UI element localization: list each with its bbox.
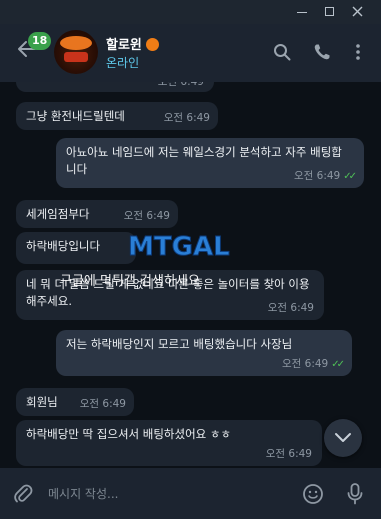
message-bubble[interactable]: 하락배당입니다	[16, 232, 136, 264]
unread-badge: 18	[28, 32, 52, 50]
message-bubble[interactable]: 오전 6:49	[16, 82, 214, 92]
avatar[interactable]	[54, 30, 98, 74]
scroll-down-button[interactable]	[324, 419, 362, 457]
online-status: 온라인	[106, 56, 140, 70]
message-composer	[0, 468, 381, 519]
message-time: 오전 6:49 ✓✓	[293, 168, 357, 185]
message-bubble[interactable]: 세게임점부다 오전 6:49	[16, 200, 178, 228]
message-bubble[interactable]: 그냥 환전내드릴텐데 오전 6:49	[16, 102, 218, 130]
message-time: 오전 6:49	[267, 302, 314, 314]
message-input[interactable]	[46, 478, 290, 510]
message-time: 오전 6:49 ✓✓	[281, 356, 345, 373]
message-time: 오전 6:49	[157, 82, 204, 88]
message-bubble[interactable]: 회원님 오전 6:49	[16, 388, 134, 416]
message-text: 하락배당만 딱 집으셔서 배팅하셨어요 ㅎㅎ	[26, 427, 232, 441]
phone-icon[interactable]	[312, 42, 332, 62]
close-icon[interactable]	[346, 3, 370, 21]
watermark-logo: MTGAL	[128, 232, 231, 263]
message-text: 세게임점부다	[26, 207, 90, 221]
search-icon[interactable]	[272, 42, 292, 62]
message-text: 그냥 환전내드릴텐데	[26, 109, 125, 123]
chat-title: 할로윈	[106, 34, 159, 53]
message-text: 회원님	[26, 395, 58, 409]
watermark-logo-text: MTGAL	[128, 232, 230, 262]
chat-header: 18 할로윈 온라인	[0, 24, 381, 82]
message-bubble[interactable]: 하락배당만 딱 집으셔서 배팅하셨어요 ㅎㅎ 오전 6:49	[16, 420, 322, 466]
message-time: 오전 6:49	[79, 398, 126, 410]
paperclip-icon[interactable]	[12, 483, 34, 505]
message-time-text: 오전 6:49	[281, 358, 329, 370]
message-time: 오전 6:49	[163, 112, 210, 124]
message-list[interactable]: 오전 6:49 그냥 환전내드릴텐데 오전 6:49 아뇨아뇨 네임드에 저는 …	[0, 82, 381, 468]
chevron-down-icon	[335, 433, 351, 442]
watermark-text: 구글에 먹튀갤 검색하세요	[60, 274, 200, 289]
microphone-icon[interactable]	[345, 482, 365, 506]
message-text: 하락배당입니다	[26, 239, 101, 253]
chat-title-text: 할로윈	[106, 38, 142, 53]
message-time: 오전 6:49	[123, 210, 170, 222]
read-checks-icon: ✓✓	[331, 359, 345, 370]
message-text: 저는 하락배당인지 모르고 배팅했습니다 사장님	[66, 337, 293, 351]
message-bubble[interactable]: 저는 하락배당인지 모르고 배팅했습니다 사장님 오전 6:49 ✓✓	[56, 330, 352, 376]
message-time-text: 오전 6:49	[293, 170, 341, 182]
read-checks-icon: ✓✓	[343, 171, 357, 182]
emoji-icon[interactable]	[302, 483, 324, 505]
message-bubble[interactable]: 아뇨아뇨 네임드에 저는 웨일스경기 분석하고 자주 배팅합니다 오전 6:49…	[56, 138, 364, 188]
more-vertical-icon[interactable]	[348, 42, 368, 62]
maximize-icon[interactable]	[318, 3, 342, 21]
window-titlebar	[0, 0, 381, 24]
message-time: 오전 6:49	[265, 448, 312, 460]
pumpkin-icon	[145, 38, 159, 51]
minimize-icon[interactable]	[290, 3, 314, 21]
